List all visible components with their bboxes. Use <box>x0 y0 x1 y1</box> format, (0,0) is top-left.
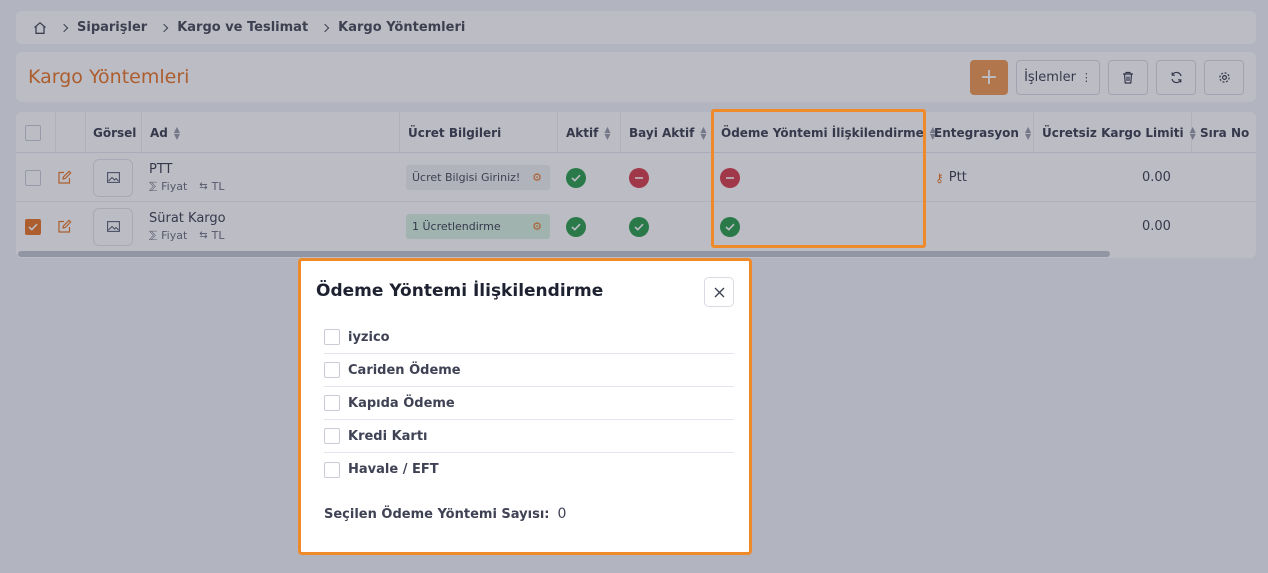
payment-option-iyzico[interactable]: iyzico <box>324 321 734 354</box>
payment-method-list: iyzico Cariden Ödeme Kapıda Ödeme Kredi … <box>324 321 734 486</box>
option-checkbox[interactable] <box>324 329 340 345</box>
payment-option-credit-card[interactable]: Kredi Kartı <box>324 420 734 453</box>
close-button[interactable] <box>704 277 734 307</box>
modal-title: Ödeme Yöntemi İlişkilendirme <box>316 281 604 301</box>
option-checkbox[interactable] <box>324 362 340 378</box>
payment-option-cari[interactable]: Cariden Ödeme <box>324 354 734 387</box>
highlight-frame-payment-column <box>711 109 926 248</box>
option-label: Kapıda Ödeme <box>348 395 455 411</box>
selected-count-value: 0 <box>557 506 567 522</box>
payment-option-bank-transfer[interactable]: Havale / EFT <box>324 453 734 486</box>
close-icon <box>714 287 724 297</box>
option-checkbox[interactable] <box>324 395 340 411</box>
option-checkbox[interactable] <box>324 428 340 444</box>
option-label: Havale / EFT <box>348 462 439 477</box>
payment-linking-modal: Ödeme Yöntemi İlişkilendirme iyzico Cari… <box>298 258 752 555</box>
option-checkbox[interactable] <box>324 461 340 478</box>
payment-option-cod[interactable]: Kapıda Ödeme <box>324 387 734 420</box>
option-label: Cariden Ödeme <box>348 362 461 378</box>
option-label: Kredi Kartı <box>348 428 428 444</box>
selected-count: Seçilen Ödeme Yöntemi Sayısı: 0 <box>324 506 566 522</box>
option-label: iyzico <box>348 329 390 345</box>
selected-count-label: Seçilen Ödeme Yöntemi Sayısı: <box>324 506 550 522</box>
